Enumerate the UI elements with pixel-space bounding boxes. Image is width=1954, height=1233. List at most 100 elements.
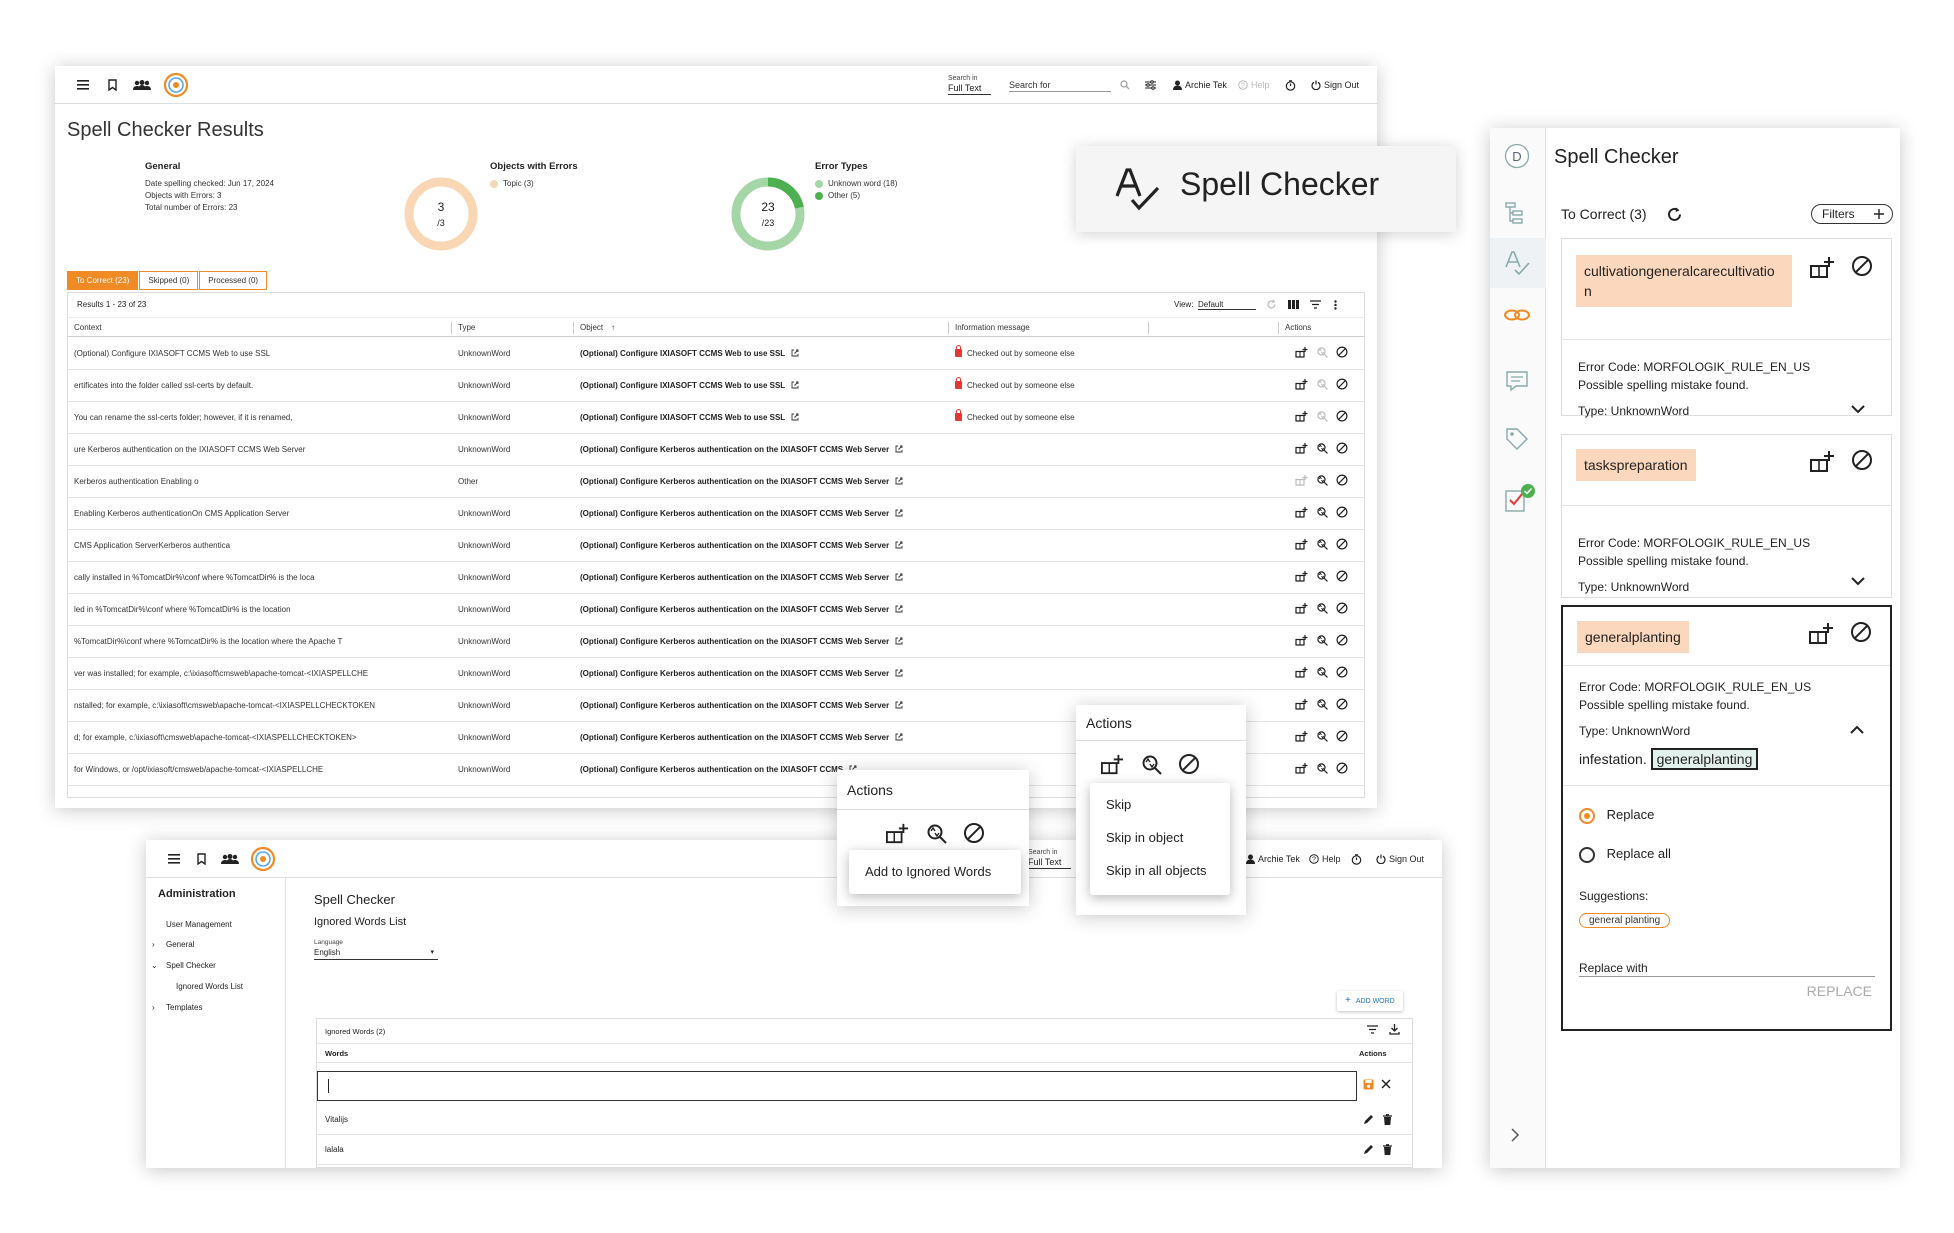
sidebar-item-user-management[interactable]: User Management [166,920,232,929]
cell-object[interactable]: (Optional) Configure IXIASOFT CCMS Web t… [580,402,940,434]
chevron-down-icon[interactable] [1851,405,1865,414]
skip-icon[interactable] [1336,762,1348,774]
external-link-icon[interactable] [889,477,903,486]
chevron-up-icon[interactable] [1850,725,1864,734]
delete-icon[interactable] [1383,1114,1392,1125]
replace-icon[interactable] [1316,474,1328,486]
skip-icon[interactable] [963,822,985,844]
col-context[interactable]: Context [74,318,102,338]
table-row[interactable]: ertificates into the folder called ssl-c… [68,370,1364,402]
cell-object[interactable]: (Optional) Configure Kerberos authentica… [580,466,940,498]
add-to-ignored-words-icon[interactable] [1295,538,1308,550]
chevron-right-icon[interactable]: › [152,940,155,949]
replace-icon[interactable] [1316,346,1328,358]
users-icon[interactable] [133,66,151,104]
add-to-ignored-words-icon[interactable] [1295,346,1308,358]
close-icon[interactable] [1381,1079,1391,1089]
add-to-ignored-words-icon[interactable] [1295,762,1308,774]
sidebar-item-general[interactable]: General [166,940,194,949]
timer-icon[interactable] [1351,840,1362,878]
skip-icon[interactable] [1336,410,1348,422]
error-card[interactable]: cultivationgeneralcarecultivatio n Error… [1561,238,1892,418]
external-link-icon[interactable] [889,605,903,614]
replace-icon[interactable] [1316,506,1328,518]
sort-arrow-up-icon[interactable]: ↑ [611,318,615,338]
table-row[interactable]: Enabling Kerberos authenticationOn CMS A… [68,498,1364,530]
menu-icon[interactable] [77,66,89,104]
replace-button[interactable]: REPLACE [1807,983,1872,999]
edit-icon[interactable] [1363,1144,1374,1155]
external-link-icon[interactable] [785,349,799,358]
col-object[interactable]: Object [580,318,603,338]
add-to-ignored-words-icon[interactable] [1295,410,1308,422]
tab-to-correct[interactable]: To Correct (23) [67,271,139,290]
app-logo-icon[interactable] [250,840,276,878]
replace-all-option[interactable]: Replace all [1579,846,1671,863]
replace-icon[interactable] [1316,410,1328,422]
skip-icon[interactable] [1851,449,1873,473]
col-info-message[interactable]: Information message [955,318,1030,338]
replace-icon[interactable] [1316,634,1328,646]
avatar[interactable]: D [1504,143,1532,171]
skip-icon[interactable] [1336,570,1348,582]
add-to-ignored-words-icon[interactable] [1100,753,1124,775]
replace-icon[interactable] [1316,698,1328,710]
sidebar-item-templates[interactable]: Templates [166,1003,202,1012]
replace-icon[interactable] [1316,570,1328,582]
add-to-ignored-words-icon[interactable] [1295,698,1308,710]
skip-icon[interactable] [1851,255,1873,279]
tab-skipped[interactable]: Skipped (0) [139,271,199,290]
skip-icon[interactable] [1178,753,1200,775]
search-in-select[interactable]: Search in Full Text [948,66,992,104]
external-link-icon[interactable] [889,733,903,742]
add-word-button[interactable]: + ADD WORD [1337,991,1403,1011]
cell-object[interactable]: (Optional) Configure Kerberos authentica… [580,594,940,626]
external-link-icon[interactable] [889,637,903,646]
radio-unselected[interactable] [1579,846,1595,863]
add-to-ignored-words-icon[interactable] [1295,506,1308,518]
skip-icon[interactable] [1336,474,1348,486]
skip-icon[interactable] [1336,442,1348,454]
sidebar-item-ignored-words-list[interactable]: Ignored Words List [176,982,243,991]
tab-processed[interactable]: Processed (0) [199,271,268,290]
cell-object[interactable]: (Optional) Configure Kerberos authentica… [580,562,940,594]
replace-icon[interactable] [1316,730,1328,742]
filter-icon[interactable] [1310,300,1321,309]
skip-icon[interactable] [1336,538,1348,550]
radio-selected[interactable] [1579,807,1595,824]
edit-icon[interactable] [1363,1114,1374,1125]
skip-icon[interactable] [1850,621,1872,645]
table-row[interactable]: CMS Application ServerKerberos authentic… [68,530,1364,562]
suggestion-chip[interactable]: general planting [1579,913,1671,928]
comment-icon[interactable] [1504,368,1532,396]
replace-icon[interactable] [1316,442,1328,454]
external-link-icon[interactable] [889,701,903,710]
external-link-icon[interactable] [785,413,799,422]
chevron-down-icon[interactable] [1851,577,1865,586]
replace-icon[interactable] [1316,538,1328,550]
bookmark-icon[interactable] [196,840,208,878]
cell-object[interactable]: (Optional) Configure Kerberos authentica… [580,434,940,466]
language-select[interactable]: English ▾ [314,948,438,960]
delete-icon[interactable] [1383,1144,1392,1155]
new-word-input[interactable] [317,1071,1357,1101]
more-options-icon[interactable] [1334,300,1337,310]
download-icon[interactable] [1389,1024,1400,1035]
external-link-icon[interactable] [889,669,903,678]
cell-object[interactable]: (Optional) Configure Kerberos authentica… [580,498,940,530]
link-icon[interactable] [1504,308,1532,336]
replace-icon[interactable] [1316,762,1328,774]
search-input[interactable]: Search for [1009,66,1111,104]
external-link-icon[interactable] [889,541,903,550]
skip-icon[interactable] [1336,634,1348,646]
add-to-ignored-words-icon[interactable] [1295,602,1308,614]
add-to-ignored-words-icon[interactable] [1295,474,1308,486]
app-logo-icon[interactable] [163,66,189,104]
add-to-ignored-words-icon[interactable] [1295,730,1308,742]
menu-icon[interactable] [168,840,180,878]
add-to-ignored-words-icon[interactable] [1809,255,1835,279]
external-link-icon[interactable] [785,381,799,390]
skip-icon[interactable] [1336,602,1348,614]
user-menu[interactable]: Archie Tek [1246,840,1300,878]
add-to-ignored-words-icon[interactable] [1808,621,1834,645]
